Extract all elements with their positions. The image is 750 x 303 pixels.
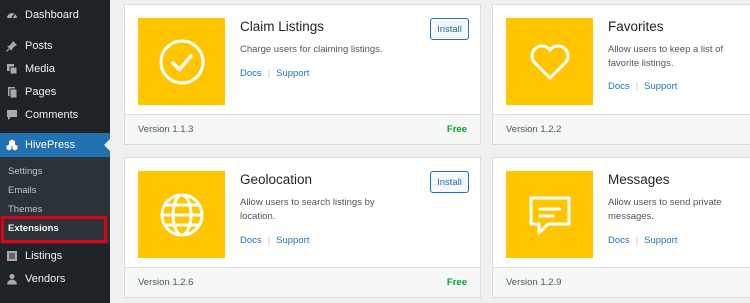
link-separator: | — [267, 235, 271, 246]
menu-label: HivePress — [25, 139, 76, 151]
extension-links: Docs | Support — [240, 68, 309, 79]
extension-version: Version 1.2.2 — [506, 124, 562, 135]
install-button[interactable]: Install — [430, 171, 469, 193]
extension-version: Version 1.2.6 — [138, 277, 194, 288]
checkmark-circle-icon — [159, 39, 204, 84]
extension-footer: Version 1.2.6 Free — [125, 267, 480, 297]
listings-icon — [6, 250, 18, 262]
menu-comments[interactable]: Comments — [0, 103, 110, 126]
menu-posts[interactable]: Posts — [0, 34, 110, 57]
submenu-settings[interactable]: Settings — [0, 162, 110, 180]
menu-label: Posts — [25, 39, 53, 52]
extension-version: Version 1.1.3 — [138, 124, 194, 135]
extension-card: Messages Allow users to send private mes… — [492, 157, 750, 298]
extension-title: Claim Listings — [240, 19, 325, 34]
menu-pages[interactable]: Pages — [0, 80, 110, 103]
support-link[interactable]: Support — [644, 81, 677, 92]
docs-link[interactable]: Docs — [608, 235, 630, 246]
docs-link[interactable]: Docs — [240, 68, 262, 79]
menu-label: Dashboard — [25, 8, 79, 21]
extension-title: Favorites — [608, 19, 664, 34]
extension-card: Favorites Allow users to keep a list of … — [492, 4, 750, 145]
menu-label: Media — [25, 62, 55, 75]
menu-dashboard[interactable]: Dashboard — [0, 3, 110, 26]
extension-title: Messages — [608, 172, 670, 187]
menu-hivepress[interactable]: HivePress — [0, 133, 110, 157]
extension-description: Allow users to send private messages. — [608, 197, 722, 222]
docs-link[interactable]: Docs — [240, 235, 262, 246]
extension-thumbnail — [506, 171, 593, 258]
extensions-highlight-box — [1, 216, 107, 243]
extension-footer: Version 1.2.9 — [493, 267, 750, 297]
extension-footer: Version 1.1.3 Free — [125, 114, 480, 144]
globe-icon — [160, 193, 203, 236]
install-button[interactable]: Install — [430, 18, 469, 40]
extension-links: Docs | Support — [608, 235, 677, 246]
media-icon — [6, 63, 18, 75]
extension-card: Geolocation Allow users to search listin… — [124, 157, 481, 298]
vendors-icon — [6, 273, 18, 285]
extension-version: Version 1.2.9 — [506, 277, 562, 288]
link-separator: | — [267, 68, 271, 79]
extension-card: Claim Listings Charge users for claiming… — [124, 4, 481, 145]
extension-description: Charge users for claiming listings. — [240, 44, 383, 55]
menu-media[interactable]: Media — [0, 57, 110, 80]
extension-links: Docs | Support — [240, 235, 309, 246]
support-link[interactable]: Support — [276, 235, 309, 246]
pages-icon — [6, 86, 18, 98]
message-bubble-icon — [529, 196, 570, 234]
menu-label: Vendors — [25, 272, 66, 285]
menu-label: Listings — [25, 249, 63, 262]
heart-icon — [530, 44, 569, 79]
menu-label: Comments — [25, 108, 79, 121]
menu-vendors[interactable]: Vendors — [0, 267, 110, 290]
menu-label: Pages — [25, 85, 57, 98]
extension-footer: Version 1.2.2 — [493, 114, 750, 144]
extension-description: Allow users to keep a list of favorite l… — [608, 44, 724, 69]
hivepress-icon — [6, 139, 18, 151]
extension-description: Allow users to search listings by locati… — [240, 197, 375, 222]
link-separator: | — [635, 81, 639, 92]
extension-links: Docs | Support — [608, 81, 677, 92]
extension-title: Geolocation — [240, 172, 313, 187]
submenu-emails[interactable]: Emails — [0, 181, 110, 199]
docs-link[interactable]: Docs — [608, 81, 630, 92]
admin-sidebar: Dashboard Posts Media Pages Comments Hiv… — [0, 0, 110, 303]
extension-thumbnail — [138, 18, 225, 105]
link-separator: | — [635, 235, 639, 246]
comments-icon — [6, 109, 18, 121]
menu-listings[interactable]: Listings — [0, 244, 110, 267]
pin-icon — [6, 40, 18, 52]
extension-price: Free — [446, 277, 467, 288]
support-link[interactable]: Support — [276, 68, 309, 79]
extension-price: Free — [446, 124, 467, 135]
extension-thumbnail — [506, 18, 593, 105]
dashboard-icon — [6, 9, 18, 21]
support-link[interactable]: Support — [644, 235, 677, 246]
extension-thumbnail — [138, 171, 225, 258]
